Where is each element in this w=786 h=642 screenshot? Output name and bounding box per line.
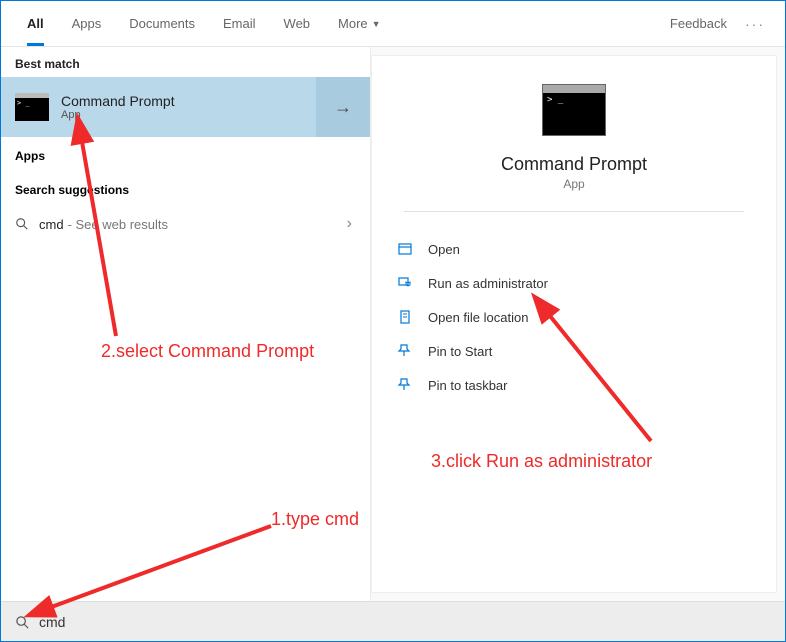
action-run-as-administrator[interactable]: Run as administrator: [396, 266, 752, 300]
overflow-menu-button[interactable]: ···: [737, 16, 773, 32]
best-match-title: Command Prompt: [61, 93, 175, 109]
feedback-label: Feedback: [670, 16, 727, 31]
results-pane: Best match Command Prompt App → Apps Sea…: [1, 47, 371, 601]
action-pin-to-taskbar[interactable]: Pin to taskbar: [396, 368, 752, 402]
section-header-suggestions: Search suggestions: [1, 169, 370, 203]
action-label: Open: [428, 242, 460, 257]
preview-header: Command Prompt App: [372, 56, 776, 191]
shield-icon: [396, 274, 414, 292]
tab-label: Email: [223, 16, 256, 31]
action-label: Pin to taskbar: [428, 378, 508, 393]
pin-icon: [396, 376, 414, 394]
tab-label: More: [338, 16, 368, 31]
suggestion-query: cmd: [39, 217, 64, 232]
folder-icon: [396, 308, 414, 326]
section-header-apps: Apps: [1, 137, 370, 169]
tab-more[interactable]: More ▼: [324, 1, 395, 46]
tab-bar: All Apps Documents Email Web More ▼ Feedb…: [1, 1, 785, 47]
command-prompt-icon: [15, 93, 49, 121]
tab-label: Documents: [129, 16, 195, 31]
feedback-link[interactable]: Feedback: [670, 16, 727, 31]
search-bar[interactable]: [1, 601, 785, 641]
tab-label: All: [27, 16, 44, 31]
tab-label: Apps: [72, 16, 102, 31]
preview-title: Command Prompt: [501, 154, 647, 175]
chevron-down-icon: ▼: [372, 19, 381, 29]
action-label: Run as administrator: [428, 276, 548, 291]
action-label: Pin to Start: [428, 344, 492, 359]
best-match-text: Command Prompt App: [61, 93, 175, 121]
action-open[interactable]: Open: [396, 232, 752, 266]
action-pin-to-start[interactable]: Pin to Start: [396, 334, 752, 368]
command-prompt-icon: [542, 84, 606, 136]
chevron-right-icon: ›: [347, 215, 352, 233]
action-label: Open file location: [428, 310, 528, 325]
tab-documents[interactable]: Documents: [115, 1, 209, 46]
tab-web[interactable]: Web: [270, 1, 325, 46]
best-match-subtitle: App: [61, 109, 175, 121]
tab-email[interactable]: Email: [209, 1, 270, 46]
action-open-file-location[interactable]: Open file location: [396, 300, 752, 334]
section-header-best-match: Best match: [1, 47, 370, 77]
content-area: Best match Command Prompt App → Apps Sea…: [1, 47, 785, 601]
preview-subtitle: App: [563, 177, 584, 191]
preview-pane: Command Prompt App Open Run as administr…: [371, 47, 785, 601]
action-list: Open Run as administrator Open file loca…: [372, 232, 776, 402]
search-suggestion-row[interactable]: cmd - See web results ›: [1, 203, 370, 245]
expand-preview-button[interactable]: →: [316, 77, 370, 137]
tab-apps[interactable]: Apps: [58, 1, 116, 46]
suggestion-tail: - See web results: [68, 217, 168, 232]
pin-icon: [396, 342, 414, 360]
search-icon: [15, 217, 29, 231]
search-icon: [15, 615, 29, 629]
divider: [404, 211, 743, 212]
best-match-result[interactable]: Command Prompt App →: [1, 77, 370, 137]
tab-label: Web: [284, 16, 311, 31]
open-icon: [396, 240, 414, 258]
search-input[interactable]: [39, 614, 771, 630]
arrow-right-icon: →: [334, 97, 352, 118]
tab-all[interactable]: All: [13, 1, 58, 46]
